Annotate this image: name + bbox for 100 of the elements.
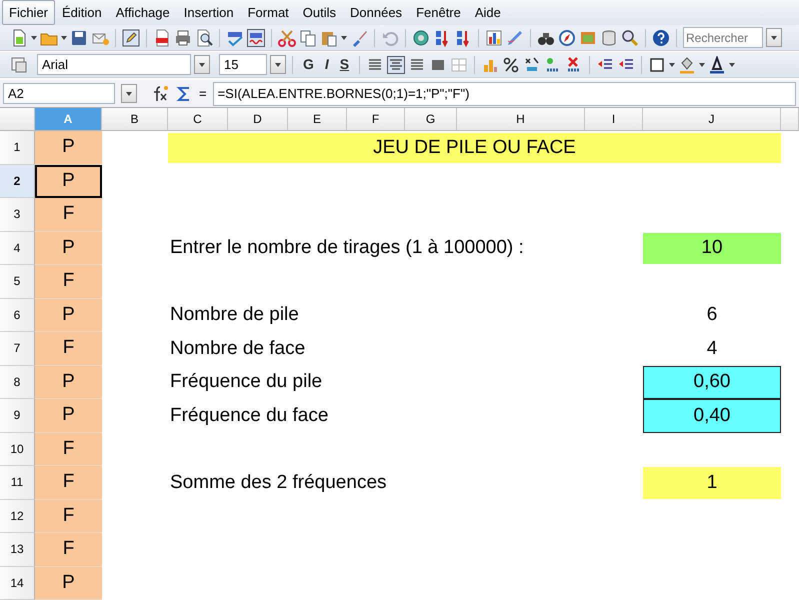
- row-header[interactable]: 4: [0, 232, 35, 265]
- copy-icon[interactable]: [299, 28, 317, 46]
- menu-item[interactable]: Édition: [55, 0, 109, 26]
- table-cell: F: [35, 533, 102, 566]
- search-field[interactable]: Rechercher: [683, 27, 763, 48]
- row-header[interactable]: 13: [0, 533, 35, 566]
- table-cell: 1: [643, 467, 781, 498]
- row-header[interactable]: 6: [0, 298, 35, 332]
- print-preview-icon[interactable]: [195, 28, 213, 46]
- column-header[interactable]: J: [643, 108, 781, 131]
- row-header[interactable]: 10: [0, 432, 35, 466]
- table-cell: F: [35, 265, 102, 298]
- row-header[interactable]: 8: [0, 366, 35, 399]
- function-wizard-icon[interactable]: [151, 84, 169, 102]
- align-center-icon[interactable]: [387, 56, 406, 74]
- italic-button[interactable]: I: [320, 54, 333, 75]
- autospellcheck-icon[interactable]: [247, 28, 265, 46]
- caret-icon[interactable]: [771, 36, 777, 40]
- database-icon[interactable]: [600, 28, 618, 46]
- caret-icon[interactable]: [729, 62, 736, 66]
- table-cell: P: [35, 298, 102, 332]
- caret-icon[interactable]: [275, 62, 281, 66]
- printer-icon[interactable]: [174, 28, 192, 46]
- save-icon[interactable]: [70, 28, 88, 46]
- menu-item[interactable]: Aide: [468, 0, 508, 26]
- help-icon[interactable]: [652, 28, 670, 46]
- table-cell-text: 6: [706, 303, 718, 327]
- equals-button[interactable]: =: [199, 84, 207, 104]
- borders-icon[interactable]: [648, 56, 666, 74]
- formula-field[interactable]: =SI(ALEA.ENTRE.BORNES(0;1)=1;"P";"F"): [212, 82, 796, 106]
- dropdown-button[interactable]: [194, 55, 210, 74]
- bold-button[interactable]: G: [299, 54, 318, 75]
- column-header[interactable]: E: [288, 108, 347, 131]
- percent-icon[interactable]: [502, 56, 520, 74]
- column-header[interactable]: C: [168, 108, 228, 131]
- table-cell-text: Fréquence du face: [169, 404, 330, 428]
- row-header[interactable]: 1: [0, 131, 35, 164]
- column-header[interactable]: D: [228, 108, 288, 131]
- edit-file-icon[interactable]: [122, 28, 140, 46]
- font-size-field[interactable]: 15: [219, 54, 267, 75]
- row-header[interactable]: 12: [0, 500, 35, 533]
- zoom-icon[interactable]: [621, 28, 639, 46]
- compass-icon[interactable]: [558, 28, 576, 46]
- menu-item[interactable]: Insertion: [176, 0, 241, 26]
- menu-item[interactable]: Affichage: [108, 0, 177, 26]
- row-header[interactable]: 2: [0, 164, 35, 198]
- table-cell: 0,60: [643, 366, 781, 399]
- table-cell: P: [35, 164, 102, 198]
- table-cell-text: Entrer le nombre de tirages (1 à 100000) :: [169, 236, 525, 260]
- caret-icon[interactable]: [126, 92, 132, 96]
- row-header[interactable]: 14: [0, 566, 35, 600]
- menu-item[interactable]: Fichier: [2, 0, 56, 26]
- caret-icon[interactable]: [669, 62, 676, 66]
- row-header[interactable]: 11: [0, 466, 35, 500]
- table-cell-text: 4: [706, 336, 718, 360]
- table-cell: P: [35, 366, 102, 399]
- row-header[interactable]: 9: [0, 399, 35, 432]
- caret-icon[interactable]: [61, 36, 67, 40]
- table-cell: P: [35, 566, 102, 600]
- font-name-field[interactable]: Arial: [37, 54, 191, 75]
- table-cell: 0,40: [643, 399, 781, 432]
- dropdown-button[interactable]: [270, 55, 286, 74]
- caret-icon[interactable]: [199, 62, 205, 66]
- caret-icon[interactable]: [699, 62, 706, 66]
- styles-icon[interactable]: [10, 56, 28, 74]
- cell-name-field[interactable]: A2: [3, 83, 115, 104]
- menu-item[interactable]: Outils: [296, 0, 344, 26]
- underline-button[interactable]: S: [336, 54, 354, 75]
- column-header[interactable]: I: [585, 108, 643, 131]
- fill-color-icon[interactable]: [678, 56, 696, 74]
- chart-icon[interactable]: [485, 28, 503, 46]
- merge-cells-icon[interactable]: [450, 56, 468, 74]
- table-cell: P: [35, 232, 102, 265]
- menu-item[interactable]: Fenêtre: [409, 0, 468, 26]
- header-filler: [781, 108, 799, 131]
- menu-item[interactable]: Format: [240, 0, 296, 26]
- navigator-icon[interactable]: [412, 28, 430, 46]
- column-header[interactable]: B: [102, 108, 168, 131]
- table-cell-text: Fréquence du pile: [169, 370, 324, 394]
- column-header[interactable]: F: [347, 108, 405, 131]
- row-header[interactable]: 5: [0, 265, 35, 298]
- menu-item[interactable]: Données: [343, 0, 410, 26]
- dropdown-button[interactable]: [766, 28, 782, 47]
- cut-icon[interactable]: [278, 28, 296, 46]
- table-cell-text: Somme des 2 fréquences: [169, 470, 388, 494]
- caret-icon[interactable]: [31, 36, 37, 40]
- dropdown-button[interactable]: [121, 84, 137, 103]
- table-cell: P: [35, 131, 102, 164]
- pdf-icon[interactable]: [153, 28, 171, 46]
- row-header[interactable]: 7: [0, 332, 35, 366]
- caret-icon[interactable]: [341, 36, 347, 40]
- font-color-icon[interactable]: [708, 56, 726, 74]
- table-cell: F: [35, 198, 102, 232]
- table-cell: F: [35, 332, 102, 366]
- column-header[interactable]: H: [457, 108, 585, 131]
- row-header[interactable]: 3: [0, 198, 35, 232]
- column-header[interactable]: G: [405, 108, 457, 131]
- draw-icon[interactable]: [506, 28, 524, 46]
- standard-format-icon[interactable]: [523, 56, 542, 74]
- table-cell: P: [35, 399, 102, 432]
